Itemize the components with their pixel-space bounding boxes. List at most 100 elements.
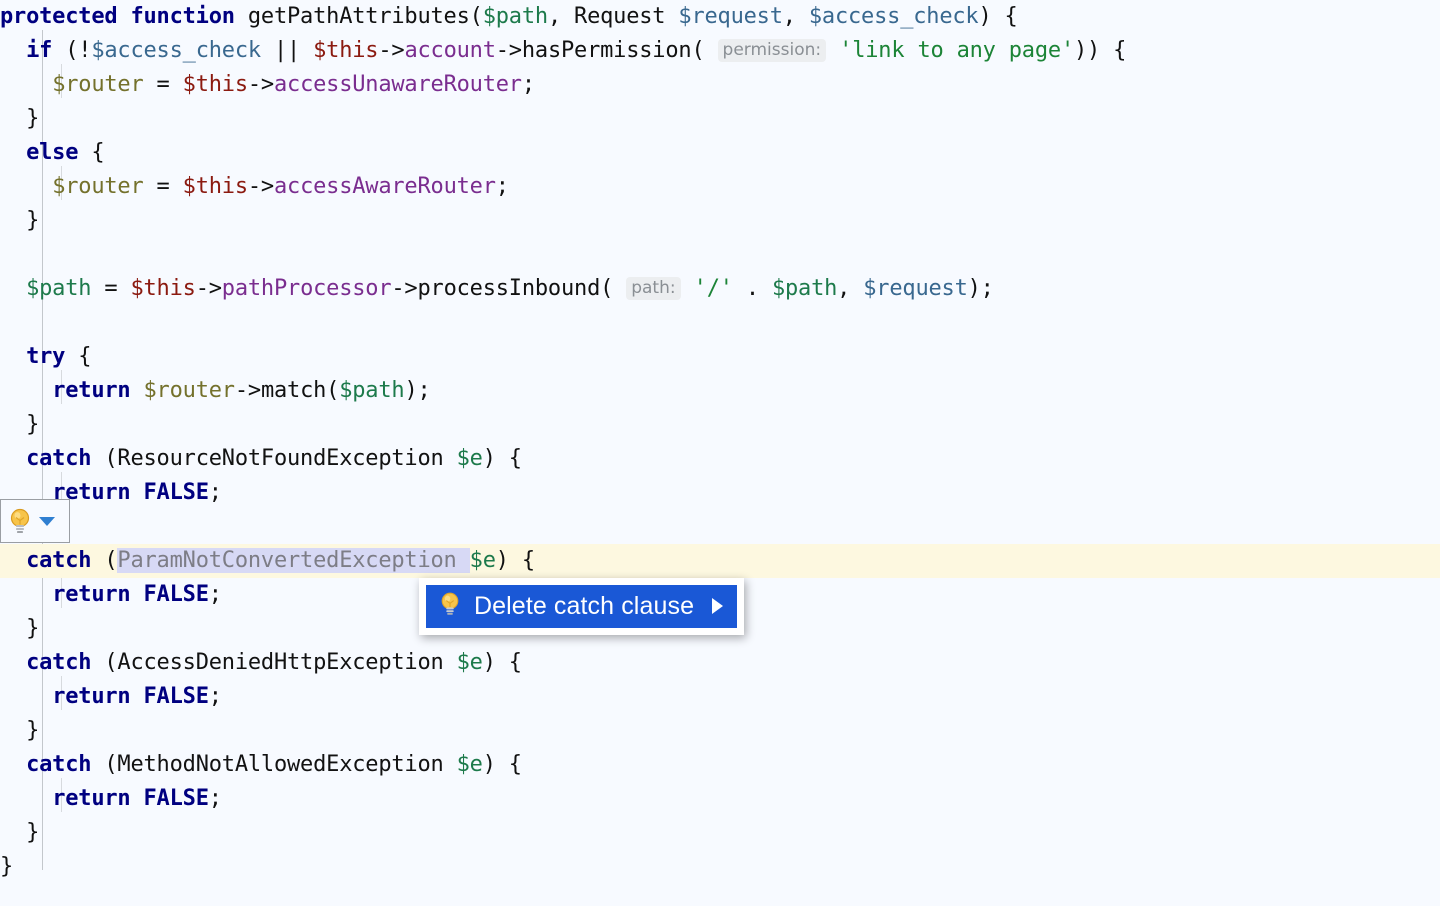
code-line[interactable]: try { — [0, 340, 1440, 374]
token-punct: ) { — [482, 650, 522, 675]
token-punct: ( — [326, 378, 340, 403]
code-line[interactable]: return FALSE; — [0, 782, 1440, 816]
code-line[interactable]: } — [0, 510, 1440, 544]
code-line[interactable]: catch (AccessDeniedHttpException $e) { — [0, 646, 1440, 680]
token-arrow: -> — [234, 378, 261, 403]
token-punct: ; — [495, 174, 509, 199]
token-class: ResourceNotFoundException — [117, 446, 444, 471]
token-brace: { — [78, 140, 105, 165]
token-punct: ; — [208, 480, 222, 505]
code-content[interactable]: protected function getPathAttributes($pa… — [0, 0, 1440, 884]
code-line[interactable]: } — [0, 408, 1440, 442]
token-local-var: $router — [52, 174, 144, 199]
triangle-right-icon[interactable] — [712, 598, 724, 614]
code-line[interactable]: } — [0, 850, 1440, 884]
token-punct: ; — [208, 786, 222, 811]
token-keyword: catch — [26, 752, 92, 777]
token-brace: } — [26, 106, 40, 131]
code-line[interactable]: return FALSE; — [0, 680, 1440, 714]
token-punct: ) { — [978, 4, 1018, 29]
code-line[interactable]: $router = $this->accessUnawareRouter; — [0, 68, 1440, 102]
token-punct: ( — [91, 752, 118, 777]
code-line[interactable]: return FALSE; — [0, 476, 1440, 510]
intention-actions-popup[interactable]: Delete catch clause — [419, 578, 745, 635]
token-variable: $e — [469, 548, 496, 573]
code-line[interactable]: catch (MethodNotAllowedException $e) { — [0, 748, 1440, 782]
token-keyword: catch — [26, 548, 92, 573]
token-string: '/' — [693, 276, 733, 301]
code-line[interactable]: } — [0, 102, 1440, 136]
token-arrow: -> — [247, 72, 274, 97]
token-parameter: $request — [863, 276, 968, 301]
token-punct: )) { — [1073, 38, 1127, 63]
token-punct: ); — [404, 378, 431, 403]
token-method: match — [260, 378, 327, 403]
token-punct: ) { — [482, 446, 522, 471]
token-parameter: $access_check — [808, 4, 979, 29]
intention-item-delete-catch-clause[interactable]: Delete catch clause — [426, 585, 738, 628]
token-local-var: $router — [52, 72, 144, 97]
code-line[interactable]: } — [0, 816, 1440, 850]
token-method: processInbound — [417, 276, 601, 301]
token-punct: , — [837, 276, 864, 301]
token-arrow: -> — [247, 174, 274, 199]
token-keyword: return — [52, 378, 131, 403]
token-keyword: function — [130, 4, 235, 29]
token-variable: $path — [339, 378, 405, 403]
token-class-selected[interactable]: ParamNotConvertedException — [117, 548, 457, 573]
code-line[interactable]: } — [0, 204, 1440, 238]
code-line[interactable]: return $router->match($path); — [0, 374, 1440, 408]
token-variable: $path — [771, 276, 838, 301]
token-punct: ) { — [495, 548, 535, 573]
token-function-name: getPathAttributes — [247, 4, 470, 29]
code-line[interactable]: if (!$access_check || $this->account->ha… — [0, 34, 1440, 68]
token-punct: ( — [691, 38, 705, 63]
token-punct: ; — [208, 582, 222, 607]
token-field: pathProcessor — [221, 276, 392, 301]
code-line[interactable]: } — [0, 714, 1440, 748]
token-keyword: return — [52, 684, 131, 709]
token-punct: ( — [600, 276, 614, 301]
code-line[interactable]: catch (ResourceNotFoundException $e) { — [0, 442, 1440, 476]
token-variable: $e — [456, 650, 483, 675]
token-operator: = — [91, 276, 131, 301]
code-line-blank[interactable] — [0, 238, 1440, 272]
code-line[interactable]: protected function getPathAttributes($pa… — [0, 0, 1440, 34]
code-line-selected[interactable]: catch (ParamNotConvertedException $e) { — [0, 544, 1440, 578]
token-field: accessUnawareRouter — [273, 72, 522, 97]
token-punct: ( — [91, 446, 118, 471]
token-field: accessAwareRouter — [273, 174, 496, 199]
token-local-var: $router — [143, 378, 236, 403]
token-this: $this — [182, 72, 248, 97]
token-field: account — [404, 38, 496, 63]
code-editor[interactable]: protected function getPathAttributes($pa… — [0, 0, 1440, 906]
token-method: hasPermission — [521, 38, 692, 63]
inline-hint-permission[interactable]: permission: — [717, 39, 827, 62]
token-punct: ( — [91, 548, 118, 573]
token-operator: . — [732, 276, 772, 301]
context-actions-widget[interactable] — [0, 499, 70, 543]
token-arrow: -> — [495, 38, 522, 63]
token-parameter: $access_check — [91, 38, 261, 63]
inline-hint-path[interactable]: path: — [626, 277, 681, 300]
token-constant: FALSE — [143, 684, 209, 709]
token-keyword: else — [26, 140, 79, 165]
token-arrow: -> — [195, 276, 222, 301]
token-keyword: return — [52, 786, 131, 811]
token-brace: { — [65, 344, 92, 369]
code-line[interactable]: $router = $this->accessAwareRouter; — [0, 170, 1440, 204]
lightbulb-icon[interactable] — [7, 507, 33, 535]
token-punct: , — [782, 4, 809, 29]
code-line-blank[interactable] — [0, 306, 1440, 340]
token-keyword: protected — [0, 4, 118, 29]
code-line[interactable]: $path = $this->pathProcessor->processInb… — [0, 272, 1440, 306]
token-class: Request — [574, 4, 666, 29]
token-class: AccessDeniedHttpException — [117, 650, 444, 675]
code-line[interactable]: else { — [0, 136, 1440, 170]
token-brace: } — [26, 616, 40, 641]
chevron-down-icon[interactable] — [37, 514, 57, 528]
